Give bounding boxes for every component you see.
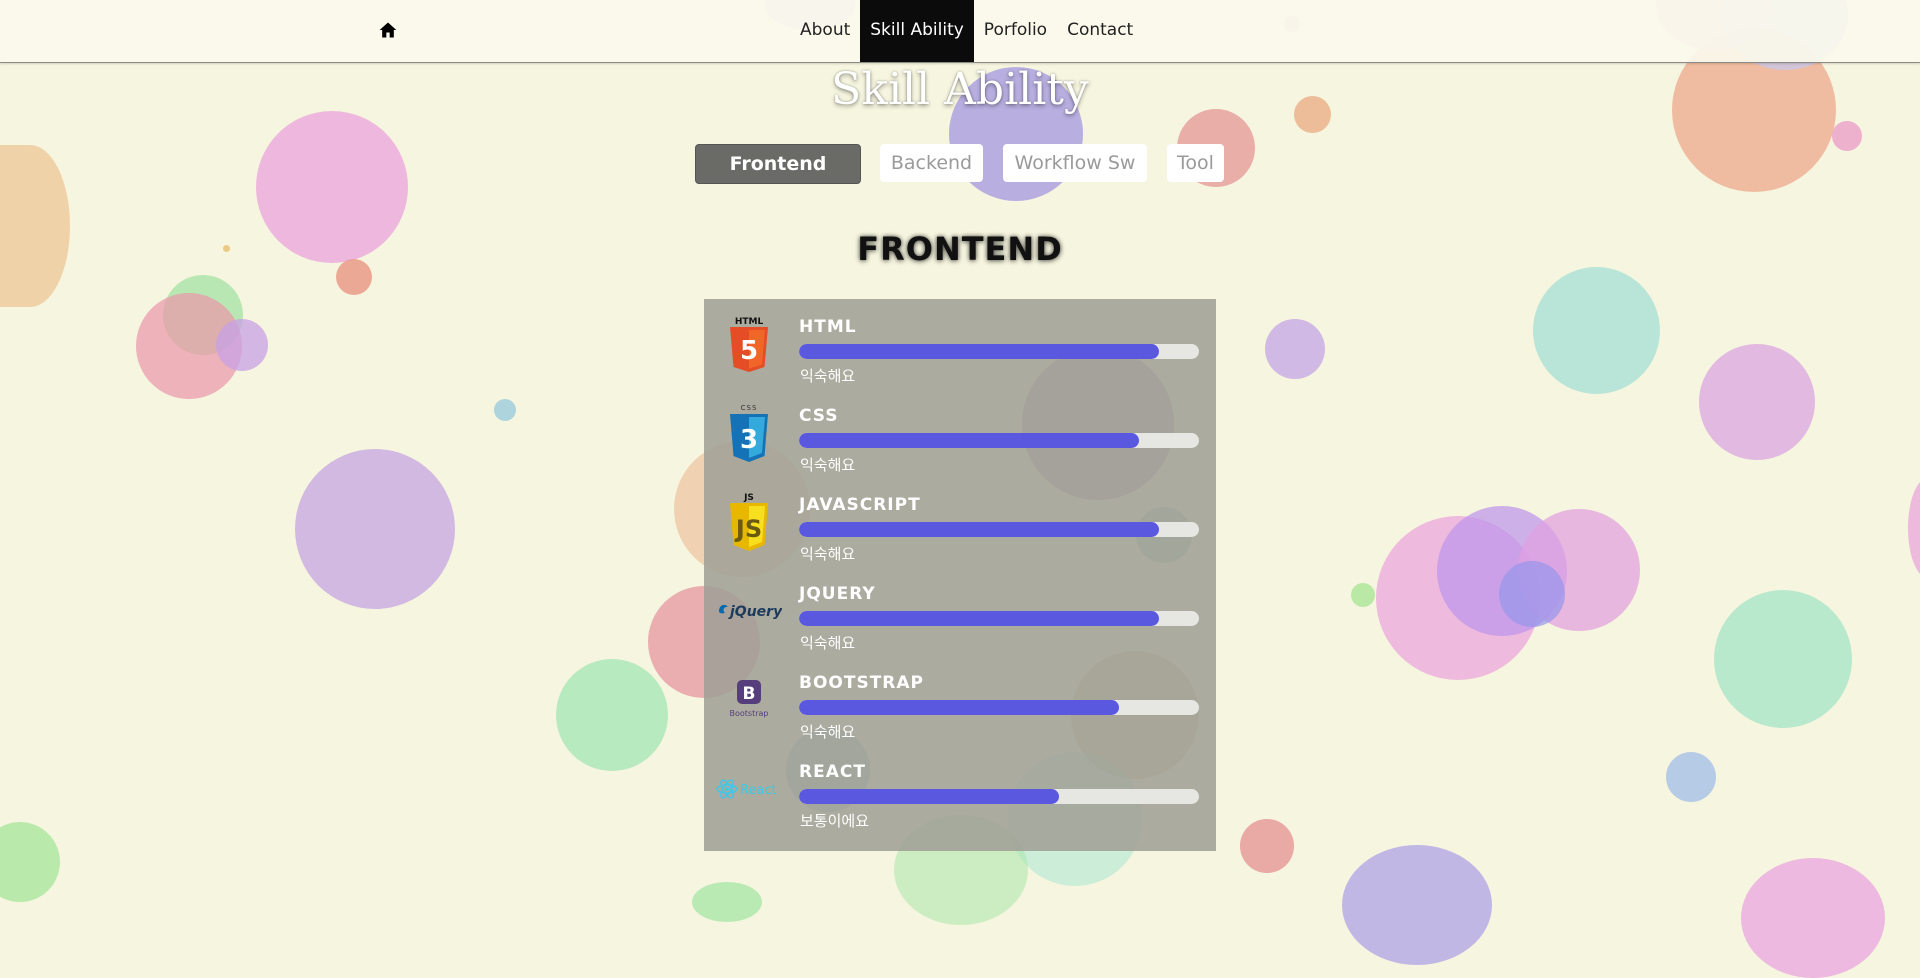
- jquery-icon: jQuery: [714, 576, 784, 646]
- skill-level-text: 익숙해요: [800, 367, 856, 385]
- skill-level-text: 익숙해요: [800, 723, 856, 741]
- skill-item-react: React REACT 보통이에요: [704, 744, 1216, 833]
- skill-name: JQUERY: [799, 584, 876, 604]
- skill-name: JAVASCRIPT: [799, 495, 921, 515]
- skill-item-javascript: JS JS JAVASCRIPT 익숙해요: [704, 477, 1216, 566]
- css3-icon: CSS 3: [714, 398, 784, 468]
- svg-text:JS: JS: [734, 515, 762, 543]
- nav-item-contact[interactable]: Contact: [1057, 0, 1143, 62]
- page-title: Skill Ability: [831, 64, 1089, 115]
- skill-progress-fill: [799, 522, 1159, 537]
- skill-level-text: 익숙해요: [800, 456, 856, 474]
- skill-item-html: HTML 5 HTML 익숙해요: [704, 299, 1216, 388]
- bootstrap-icon-label: Bootstrap: [730, 709, 769, 718]
- tab-backend[interactable]: Backend: [880, 144, 983, 182]
- skills-panel: HTML 5 HTML 익숙해요 CSS 3 CSS 익숙해요 JS JS JA…: [704, 299, 1216, 851]
- skill-item-bootstrap: B Bootstrap BOOTSTRAP 익숙해요: [704, 655, 1216, 744]
- nav-item-skill-ability[interactable]: Skill Ability: [860, 0, 974, 62]
- svg-text:B: B: [743, 684, 756, 704]
- bootstrap-icon: B Bootstrap: [714, 665, 784, 735]
- skill-level-text: 익숙해요: [800, 634, 856, 652]
- skill-progress-fill: [799, 433, 1139, 448]
- skill-name: REACT: [799, 762, 866, 782]
- react-icon-label: React: [740, 783, 777, 798]
- top-navbar: About Skill Ability Porfolio Contact: [0, 0, 1920, 63]
- nav-item-porfolio[interactable]: Porfolio: [974, 0, 1057, 62]
- skill-item-jquery: jQuery JQUERY 익숙해요: [704, 566, 1216, 655]
- home-icon[interactable]: [378, 20, 398, 40]
- skill-progress-fill: [799, 344, 1159, 359]
- react-icon: React: [714, 754, 784, 824]
- svg-text:5: 5: [740, 336, 758, 366]
- html5-icon: HTML 5: [714, 309, 784, 379]
- skill-item-css: CSS 3 CSS 익숙해요: [704, 388, 1216, 477]
- javascript-icon-label: JS: [743, 493, 754, 503]
- svg-text:3: 3: [740, 425, 758, 455]
- tab-frontend[interactable]: Frontend: [695, 144, 861, 184]
- skill-progress-fill: [799, 789, 1059, 804]
- tab-workflow-sw[interactable]: Workflow Sw: [1003, 144, 1147, 182]
- skill-progress-bar: [799, 700, 1199, 715]
- skill-progress-fill: [799, 700, 1119, 715]
- skill-level-text: 보통이에요: [800, 812, 870, 830]
- jquery-icon-label: jQuery: [728, 604, 782, 620]
- section-title: FRONTEND: [857, 230, 1063, 268]
- skill-progress-bar: [799, 344, 1199, 359]
- skill-name: HTML: [799, 317, 857, 337]
- tab-tool[interactable]: Tool: [1167, 144, 1224, 182]
- nav-menu: About Skill Ability Porfolio Contact: [790, 0, 1143, 62]
- skill-progress-fill: [799, 611, 1159, 626]
- skill-progress-bar: [799, 789, 1199, 804]
- skill-name: BOOTSTRAP: [799, 673, 925, 693]
- css3-icon-label: CSS: [741, 404, 758, 412]
- skill-progress-bar: [799, 522, 1199, 537]
- skill-progress-bar: [799, 611, 1199, 626]
- skill-progress-bar: [799, 433, 1199, 448]
- javascript-icon: JS JS: [714, 487, 784, 557]
- skill-name: CSS: [799, 406, 839, 426]
- nav-item-about[interactable]: About: [790, 0, 860, 62]
- skill-level-text: 익숙해요: [800, 545, 856, 563]
- html5-icon-label: HTML: [735, 317, 764, 327]
